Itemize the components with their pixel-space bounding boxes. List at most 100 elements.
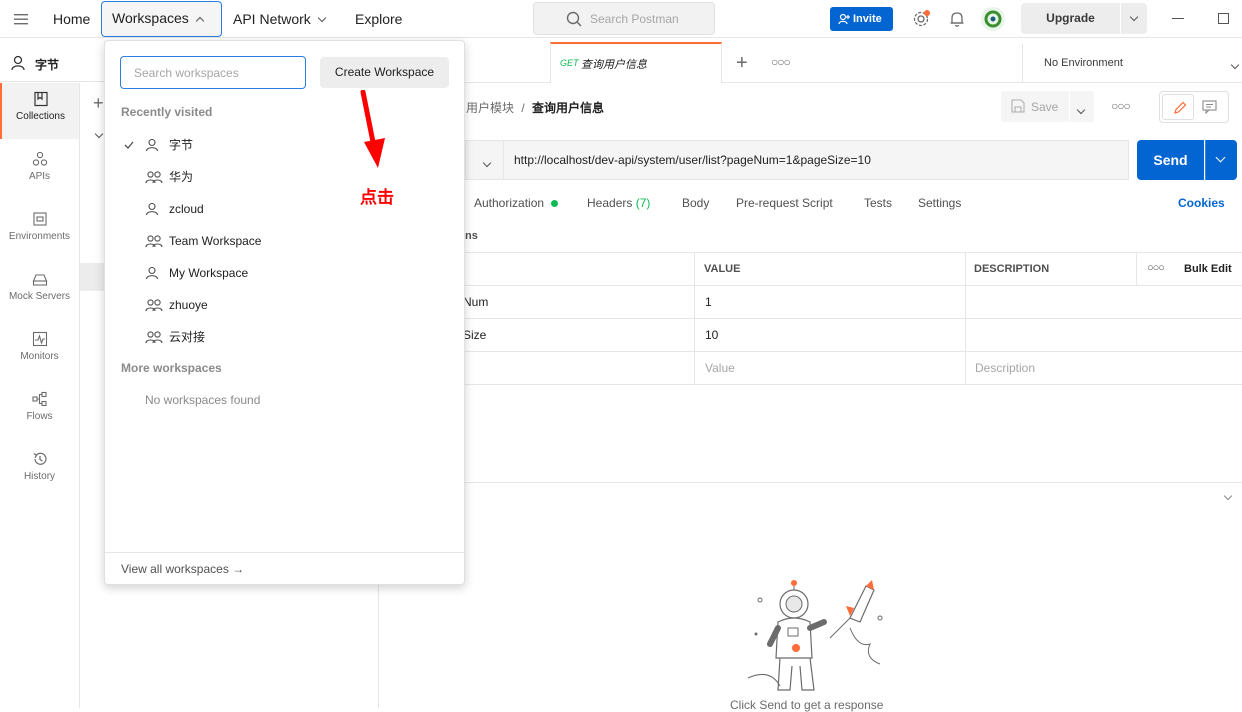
minimize-window-icon[interactable] bbox=[1172, 18, 1184, 20]
bulk-edit-button[interactable]: Bulk Edit bbox=[1184, 263, 1232, 275]
notifications-bell-icon[interactable] bbox=[949, 10, 965, 28]
dropdown-footer-divider bbox=[105, 552, 464, 553]
settings-gear-icon[interactable] bbox=[912, 10, 930, 28]
environments-icon bbox=[32, 212, 47, 226]
collection-expand-chevron-icon[interactable] bbox=[94, 129, 104, 139]
collection-tree-selected-row[interactable] bbox=[80, 263, 104, 291]
invite-button[interactable]: Invite bbox=[830, 7, 893, 31]
param-key-cell[interactable]: Size bbox=[463, 328, 486, 342]
tab-request-active[interactable]: GET 查询用户信息 bbox=[550, 42, 722, 83]
upgrade-dropdown-button[interactable] bbox=[1121, 3, 1147, 34]
sidebar-item-environments[interactable]: Environments bbox=[0, 203, 79, 259]
response-collapse-chevron-icon[interactable] bbox=[1223, 491, 1233, 501]
environment-label: No Environment bbox=[1044, 57, 1123, 69]
user-icon bbox=[11, 55, 25, 71]
flows-icon bbox=[31, 391, 47, 407]
create-workspace-button[interactable]: Create Workspace bbox=[320, 57, 449, 88]
new-tab-plus-icon[interactable]: + bbox=[736, 52, 748, 75]
column-divider bbox=[965, 252, 966, 385]
personal-workspace-icon bbox=[145, 202, 159, 216]
maximize-window-icon[interactable] bbox=[1218, 13, 1229, 24]
workspace-header: 字节 bbox=[0, 44, 104, 82]
workspace-search-placeholder: Search workspaces bbox=[134, 66, 239, 80]
tab-label: Headers bbox=[587, 196, 633, 210]
params-table: VALUE DESCRIPTION ○○○ Bulk Edit Num 1 Si… bbox=[379, 252, 1242, 385]
table-options-icon[interactable]: ○○○ bbox=[1147, 262, 1165, 274]
top-bar: Home Workspaces API Network Explore Sear… bbox=[0, 0, 1242, 38]
column-header-description: DESCRIPTION bbox=[974, 263, 1050, 275]
edit-pencil-icon[interactable] bbox=[1162, 94, 1194, 120]
red-arrow-annotation-icon bbox=[352, 90, 392, 170]
workspace-item[interactable]: zcloud bbox=[105, 193, 464, 225]
sidebar-item-label: Flows bbox=[26, 411, 53, 422]
workspace-item[interactable]: My Workspace bbox=[105, 257, 464, 289]
workspace-item[interactable]: 云对接 bbox=[105, 321, 464, 353]
invite-label: Invite bbox=[853, 13, 882, 25]
save-button[interactable]: Save bbox=[1001, 91, 1069, 122]
status-dot-icon bbox=[551, 200, 559, 207]
workspace-item[interactable]: Team Workspace bbox=[105, 225, 464, 257]
save-dropdown-button[interactable] bbox=[1070, 91, 1094, 122]
no-workspaces-text: No workspaces found bbox=[145, 393, 261, 407]
chevron-down-icon bbox=[1076, 105, 1086, 115]
more-workspaces-heading: More workspaces bbox=[121, 361, 222, 375]
tab-options-icon[interactable]: ○○○ bbox=[771, 55, 791, 69]
tab-settings[interactable]: Settings bbox=[918, 196, 961, 210]
sidebar-item-label: APIs bbox=[28, 171, 51, 182]
checkmark-icon bbox=[124, 141, 134, 149]
sidebar-item-apis[interactable]: APIs bbox=[0, 143, 79, 199]
tab-method-label: GET bbox=[560, 58, 579, 68]
tab-body[interactable]: Body bbox=[682, 196, 709, 210]
chevron-down-icon bbox=[1129, 12, 1139, 22]
team-workspace-icon bbox=[145, 235, 163, 248]
new-collection-plus-icon[interactable]: + bbox=[93, 94, 104, 112]
sidebar-item-label: History bbox=[23, 471, 56, 482]
sidebar-item-history[interactable]: History bbox=[0, 443, 79, 499]
workspaces-menu-button[interactable]: Workspaces bbox=[101, 1, 222, 37]
global-search-input[interactable]: Search Postman bbox=[533, 2, 715, 35]
mock-servers-icon bbox=[32, 274, 47, 286]
tab-headers[interactable]: Headers (7) bbox=[587, 196, 650, 210]
sidebar-item-mock-servers[interactable]: Mock Servers bbox=[0, 263, 79, 319]
workspace-search-input[interactable]: Search workspaces bbox=[120, 56, 306, 89]
sidebar-item-collections[interactable]: Collections bbox=[0, 83, 79, 139]
value-placeholder[interactable]: Value bbox=[705, 361, 735, 375]
param-value-cell[interactable]: 1 bbox=[705, 295, 712, 309]
environment-selector[interactable]: No Environment bbox=[1022, 44, 1242, 82]
send-button[interactable]: Send bbox=[1137, 140, 1204, 180]
sidebar-item-label: Monitors bbox=[20, 351, 59, 362]
param-key-cell[interactable]: Num bbox=[463, 295, 488, 309]
explore-link[interactable]: Explore bbox=[355, 0, 402, 38]
workspace-name: 云对接 bbox=[169, 330, 206, 344]
chevron-down-icon bbox=[482, 158, 492, 168]
history-icon bbox=[32, 452, 47, 465]
url-input[interactable]: http://localhost/dev-api/system/user/lis… bbox=[503, 140, 1129, 180]
send-dropdown-button[interactable] bbox=[1205, 140, 1237, 180]
avatar[interactable] bbox=[981, 7, 1005, 31]
workspace-item[interactable]: zhuoye bbox=[105, 289, 464, 321]
description-placeholder[interactable]: Description bbox=[975, 361, 1035, 375]
api-network-menu[interactable]: API Network bbox=[233, 0, 327, 38]
upgrade-button[interactable]: Upgrade bbox=[1021, 3, 1120, 34]
view-all-workspaces-link[interactable]: View all workspaces → bbox=[121, 562, 244, 576]
workspace-item[interactable]: 华为 bbox=[105, 161, 464, 193]
sidebar-item-flows[interactable]: Flows bbox=[0, 383, 79, 439]
home-link[interactable]: Home bbox=[53, 0, 90, 38]
request-options-icon[interactable]: ○○○ bbox=[1111, 99, 1131, 113]
breadcrumb: 用户模块 / 查询用户信息 bbox=[466, 99, 604, 116]
param-value-cell[interactable]: 10 bbox=[705, 328, 718, 342]
workspace-item[interactable]: 字节 bbox=[105, 129, 464, 161]
hamburger-menu-icon[interactable] bbox=[14, 12, 30, 26]
personal-workspace-icon bbox=[145, 266, 159, 280]
method-selector[interactable] bbox=[465, 140, 503, 180]
breadcrumb-parent[interactable]: 用户模块 bbox=[466, 101, 514, 115]
cookies-link[interactable]: Cookies bbox=[1178, 196, 1225, 210]
tab-authorization[interactable]: Authorization bbox=[474, 196, 559, 210]
table-row: Size 10 bbox=[379, 319, 1242, 352]
comments-icon[interactable] bbox=[1202, 100, 1218, 114]
annotation-text: 点击 bbox=[360, 188, 394, 207]
sidebar-item-monitors[interactable]: Monitors bbox=[0, 323, 79, 379]
tab-prerequest-script[interactable]: Pre-request Script bbox=[736, 196, 833, 210]
tab-tests[interactable]: Tests bbox=[864, 196, 892, 210]
workspace-name: 华为 bbox=[169, 170, 194, 184]
